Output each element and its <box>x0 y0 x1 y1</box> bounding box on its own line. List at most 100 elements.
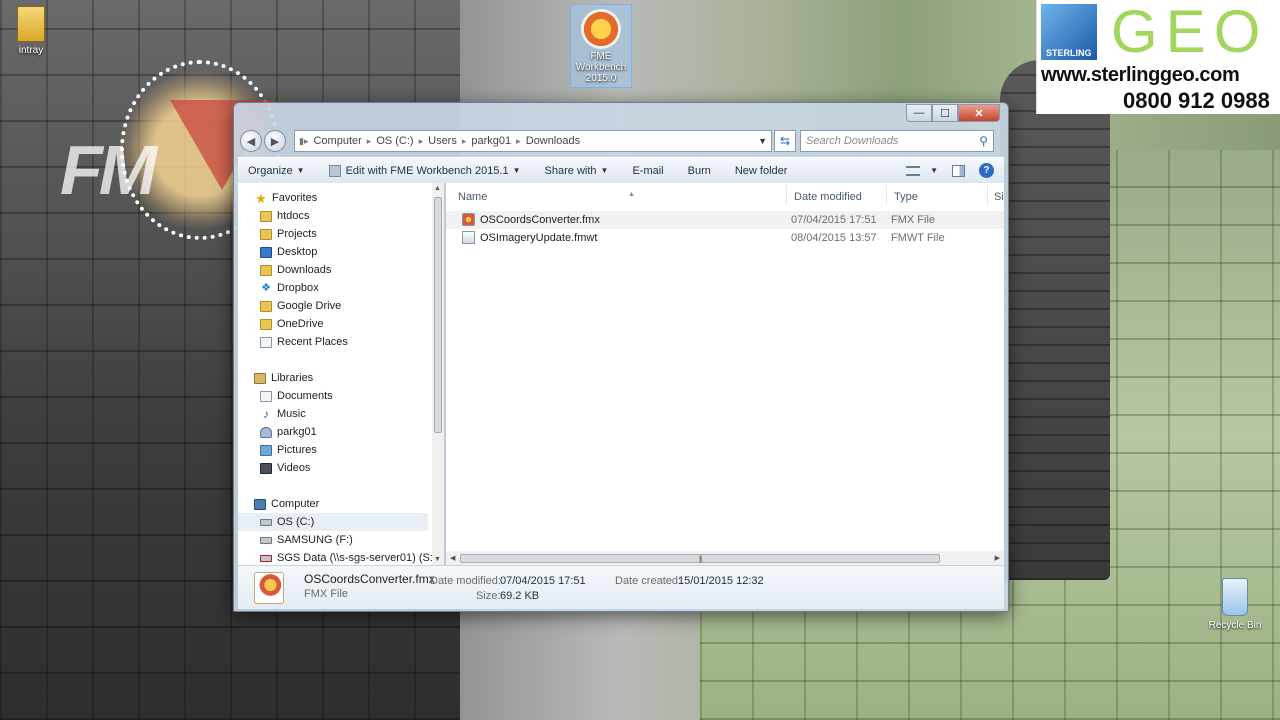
new-folder-button[interactable]: New folder <box>735 165 788 177</box>
file-name: OSCoordsConverter.fmx <box>480 213 600 226</box>
breadcrumb-users[interactable]: Users <box>428 135 457 147</box>
nav-item-sgs-data-s[interactable]: SGS Data (\\s-sgs-server01) (S:) <box>260 549 437 565</box>
details-pane: OSCoordsConverter.fmx FMX File Date modi… <box>238 565 1004 609</box>
breadcrumb-parkg01[interactable]: parkg01 <box>471 135 511 147</box>
music-icon: ♪ <box>263 406 269 421</box>
desktop-icon-fme-workbench[interactable]: FME Workbench 2015.0 <box>570 4 632 88</box>
scroll-down-icon[interactable]: ▼ <box>434 556 441 563</box>
email-button[interactable]: E-mail <box>632 165 663 177</box>
search-icon[interactable]: ⚲ <box>979 134 988 148</box>
desktop-icon-recycle-bin[interactable]: Recycle Bin <box>1206 578 1264 631</box>
desktop-icon-intray[interactable]: intray <box>10 6 52 56</box>
nav-item-recent-places[interactable]: Recent Places <box>260 333 348 351</box>
search-input[interactable]: Search Downloads ⚲ <box>800 130 994 152</box>
nav-label: Google Drive <box>277 300 342 312</box>
scrollbar-thumb[interactable] <box>434 197 442 433</box>
help-icon[interactable]: ? <box>979 163 994 178</box>
maximize-button[interactable]: ☐ <box>932 104 958 122</box>
scrollbar-thumb[interactable]: ||| <box>460 554 940 563</box>
nav-item-parkg01[interactable]: parkg01 <box>260 423 317 441</box>
column-divider[interactable] <box>786 185 787 205</box>
nav-item-onedrive[interactable]: OneDrive <box>260 315 323 333</box>
breadcrumb-downloads[interactable]: Downloads <box>526 135 580 147</box>
edit-with-fme-label: Edit with FME Workbench 2015.1 <box>345 164 509 177</box>
nav-label: Favorites <box>272 192 318 204</box>
window-controls: — ☐ ✕ <box>906 104 1000 122</box>
column-divider[interactable] <box>886 185 887 205</box>
file-row[interactable]: OSCoordsConverter.fmx 07/04/2015 17:51 F… <box>446 211 1004 229</box>
nav-label: Downloads <box>277 264 332 276</box>
scroll-up-icon[interactable]: ▲ <box>434 185 441 192</box>
nav-computer[interactable]: Computer <box>254 495 319 513</box>
nav-item-videos[interactable]: Videos <box>260 459 310 477</box>
chevron-right-icon: ▸ <box>461 135 467 146</box>
scroll-left-icon[interactable]: ◀ <box>450 554 455 562</box>
command-toolbar: Organize ▼ Edit with FME Workbench 2015.… <box>238 157 1004 183</box>
nav-favorites[interactable]: ★ Favorites <box>254 189 317 207</box>
nav-item-htdocs[interactable]: htdocs <box>260 207 309 225</box>
documents-icon <box>260 390 272 402</box>
file-list-hscrollbar[interactable]: ◀ ||| ▶ <box>446 551 1004 565</box>
file-date: 08/04/2015 13:57 <box>791 232 877 244</box>
nav-label: SGS Data (\\s-sgs-server01) (S:) <box>277 552 437 564</box>
file-name-cell: OSImageryUpdate.fmwt <box>462 231 597 244</box>
breadcrumb-computer[interactable]: Computer <box>313 135 361 147</box>
nav-item-downloads[interactable]: Downloads <box>260 261 331 279</box>
nav-scrollbar[interactable]: ▲ ▼ <box>432 183 444 565</box>
preview-pane-icon[interactable] <box>952 164 965 177</box>
nav-item-desktop[interactable]: Desktop <box>260 243 317 261</box>
caret-down-icon: ▼ <box>296 166 305 175</box>
libraries-icon <box>254 372 266 384</box>
nav-item-pictures[interactable]: Pictures <box>260 441 317 459</box>
folder-icon <box>260 210 272 222</box>
chevron-right-icon: ▸ <box>366 135 372 146</box>
burn-button[interactable]: Burn <box>688 165 711 177</box>
file-name-cell: OSCoordsConverter.fmx <box>462 213 600 226</box>
organize-label: Organize <box>248 164 293 177</box>
recent-places-icon <box>260 336 272 348</box>
refresh-button[interactable]: ⇆ <box>774 130 796 152</box>
details-date-created-label: Date created: <box>615 575 682 587</box>
edit-with-fme-button[interactable]: Edit with FME Workbench 2015.1 ▼ <box>328 164 521 177</box>
nav-libraries[interactable]: Libraries <box>254 369 313 387</box>
minimize-button[interactable]: — <box>906 104 932 122</box>
close-button[interactable]: ✕ <box>958 104 1000 122</box>
file-row[interactable]: OSImageryUpdate.fmwt 08/04/2015 13:57 FM… <box>446 229 1004 247</box>
nav-item-projects[interactable]: Projects <box>260 225 317 243</box>
back-button[interactable]: ◀ <box>240 130 262 152</box>
nav-label: Computer <box>271 498 320 510</box>
details-date-modified-label: Date modified: <box>430 575 501 587</box>
change-view-button[interactable]: ▼ <box>906 165 938 176</box>
nav-item-documents[interactable]: Documents <box>260 387 333 405</box>
nav-item-dropbox[interactable]: ❖ Dropbox <box>260 279 319 297</box>
nav-item-os-c[interactable]: OS (C:) <box>238 513 428 531</box>
column-divider[interactable] <box>987 185 988 205</box>
fmx-file-icon <box>462 213 475 226</box>
nav-label: htdocs <box>277 210 310 222</box>
share-with-button[interactable]: Share with ▼ <box>545 165 609 177</box>
column-header-size[interactable]: Si <box>994 188 1004 206</box>
column-header-type[interactable]: Type <box>894 188 918 206</box>
caret-down-icon: ▼ <box>600 166 609 175</box>
forward-button[interactable]: ▶ <box>264 130 286 152</box>
desktop-icon-label: Recycle Bin <box>1208 620 1262 631</box>
caret-down-icon: ▼ <box>930 166 938 175</box>
desktop-icon-label: FME Workbench 2015.0 <box>575 51 627 84</box>
breadcrumb-os-c[interactable]: OS (C:) <box>376 135 413 147</box>
fmx-file-large-icon <box>254 572 284 604</box>
fme-watermark-text: FM <box>60 131 157 209</box>
scroll-right-icon[interactable]: ▶ <box>995 554 1000 562</box>
banner-geo-text: GEO <box>1111 0 1269 65</box>
share-with-label: Share with <box>544 164 597 177</box>
chevron-down-icon[interactable]: ▼ <box>758 136 767 146</box>
column-header-name[interactable]: Name ▲ <box>458 188 635 206</box>
nav-item-google-drive[interactable]: Google Drive <box>260 297 341 315</box>
address-bar[interactable]: ▮ ▸ Computer ▸ OS (C:) ▸ Users ▸ parkg01… <box>294 130 772 152</box>
onedrive-icon <box>260 318 272 330</box>
nav-label: Dropbox <box>277 282 319 294</box>
organize-button[interactable]: Organize ▼ <box>248 165 305 177</box>
column-header-date-modified[interactable]: Date modified <box>794 188 862 206</box>
fmwt-file-icon <box>462 231 475 244</box>
nav-item-music[interactable]: ♪ Music <box>260 405 306 423</box>
nav-item-samsung-f[interactable]: SAMSUNG (F:) <box>260 531 353 549</box>
